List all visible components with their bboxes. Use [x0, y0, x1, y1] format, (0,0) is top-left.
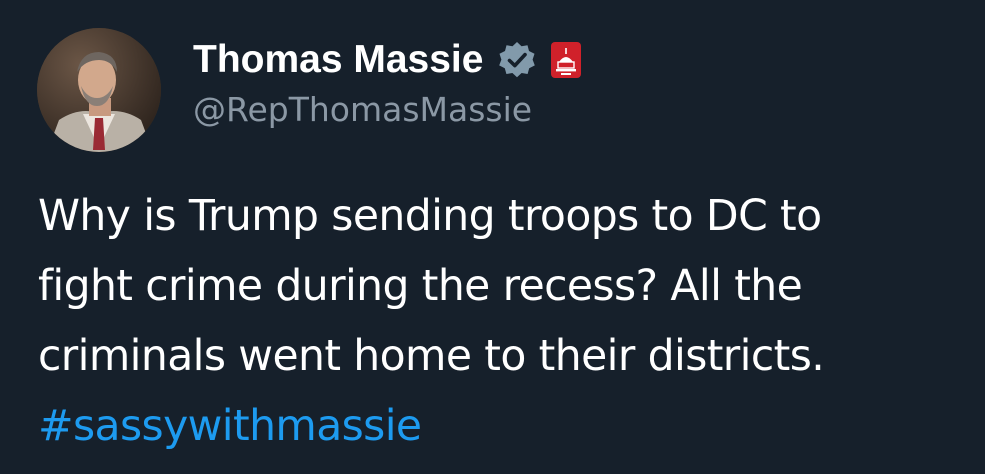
tweet-text-line: fight crime during the recess? All the [38, 262, 803, 311]
author-handle[interactable]: @RepThomasMassie [193, 90, 532, 129]
tweet-text: Why is Trump sending troops to DC to fig… [38, 182, 983, 462]
verified-badge-icon[interactable] [497, 40, 537, 80]
us-capitol-badge-icon[interactable] [551, 42, 582, 78]
hashtag-link[interactable]: #sassywithmassie [38, 392, 983, 462]
tweet-text-line: Why is Trump sending troops to DC to [38, 192, 822, 241]
avatar-image [37, 28, 161, 152]
avatar[interactable] [37, 28, 161, 152]
tweet-card: Thomas Massie @RepThomasMassie Why is Tr… [0, 0, 985, 474]
author-display-name[interactable]: Thomas Massie [193, 38, 483, 82]
author-row: Thomas Massie [193, 34, 582, 86]
tweet-text-line: criminals went home to their districts. [38, 332, 825, 381]
